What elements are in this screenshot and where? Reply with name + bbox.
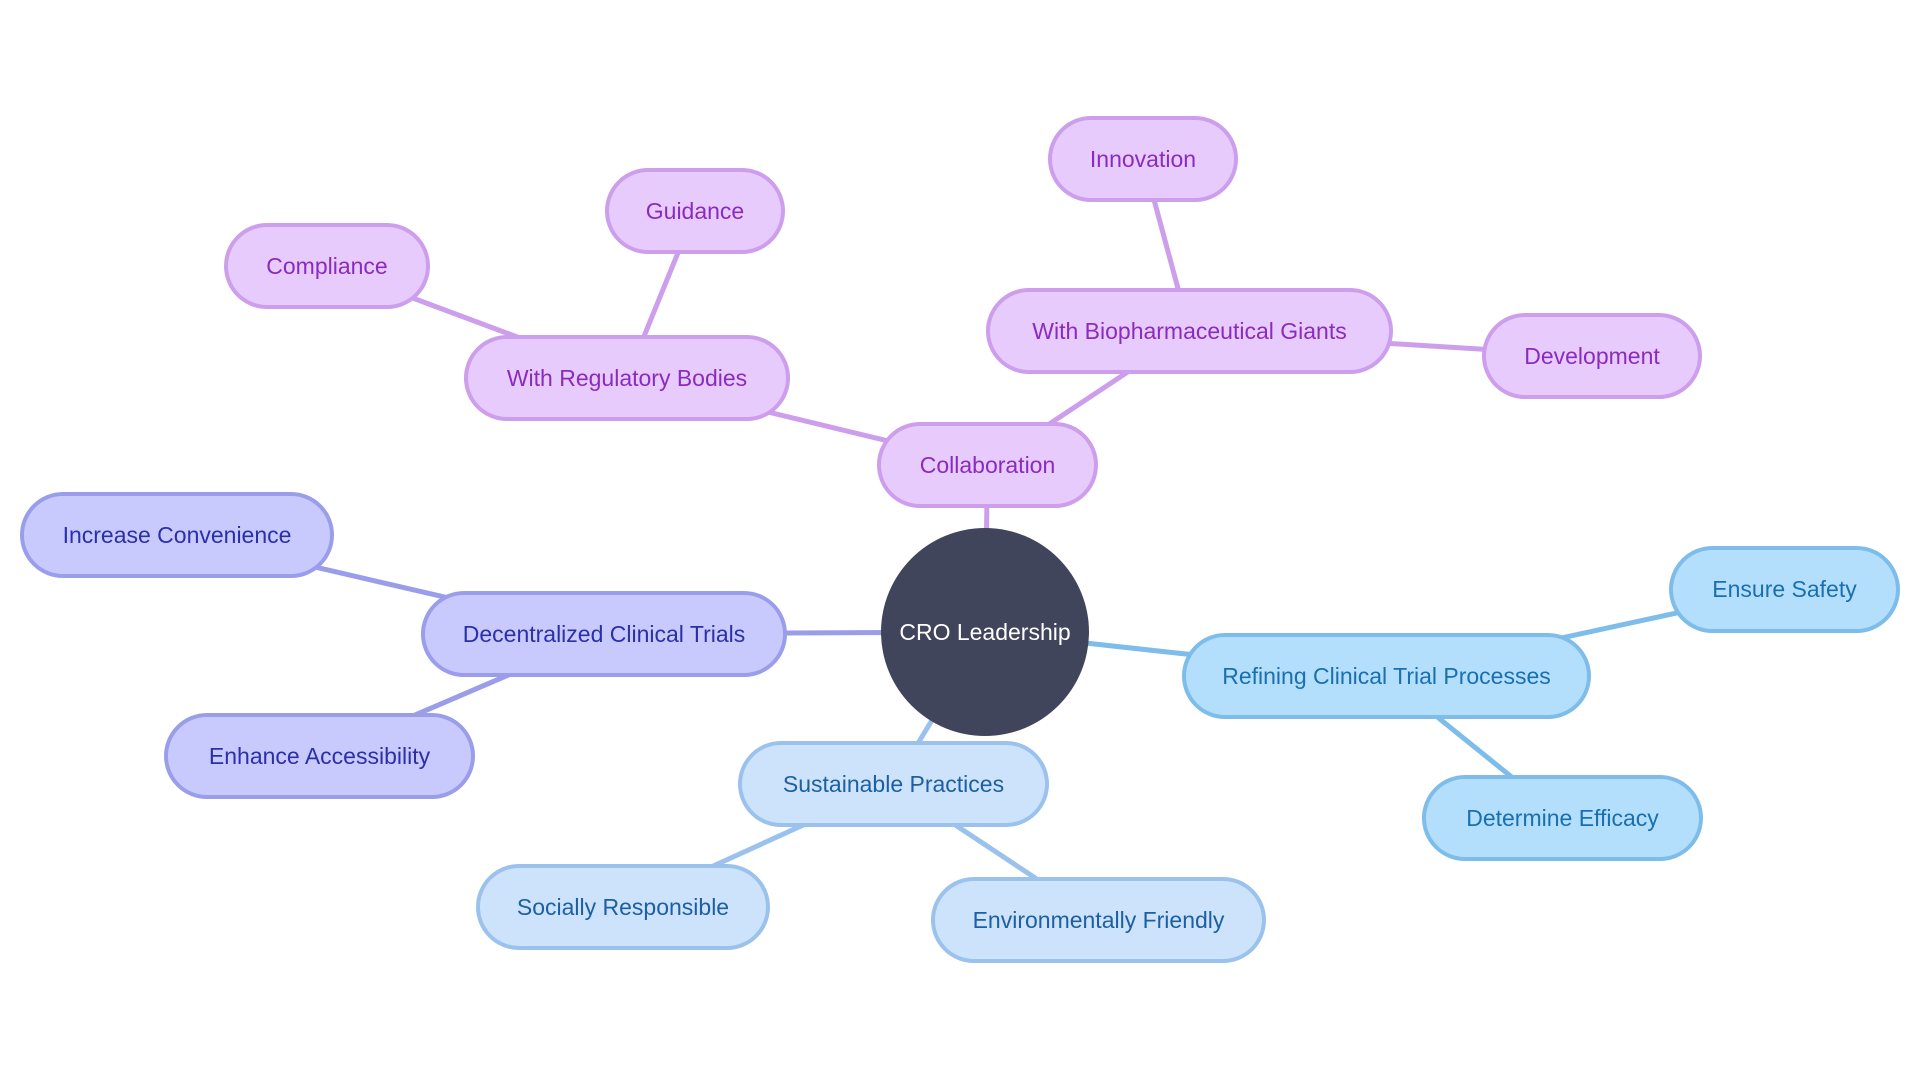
root-node-label: CRO Leadership — [899, 618, 1071, 645]
node-label: Determine Efficacy — [1466, 804, 1659, 831]
node-label: Socially Responsible — [516, 893, 730, 920]
root-node-cro-leadership[interactable]: CRO Leadership — [881, 528, 1089, 736]
node-label: Refining Clinical Trial Processes — [1222, 662, 1551, 689]
node-development[interactable]: Development — [1482, 313, 1702, 399]
node-label: Ensure Safety — [1712, 576, 1857, 602]
node-label: Enhance Accessibility — [208, 742, 431, 769]
node-label: Environmentally Friendly — [972, 906, 1225, 933]
node-refining-clinical-trial-processes[interactable]: Refining Clinical Trial Processes — [1182, 633, 1591, 719]
node-increase-convenience[interactable]: Increase Convenience — [20, 492, 334, 578]
node-determine-efficacy[interactable]: Determine Efficacy — [1422, 775, 1703, 861]
node-label: Guidance — [645, 197, 745, 224]
node-socially-responsible[interactable]: Socially Responsible — [476, 864, 770, 950]
node-label: Decentralized Clinical Trials — [462, 620, 746, 647]
node-innovation[interactable]: Innovation — [1048, 116, 1238, 202]
node-label: Development — [1524, 342, 1660, 369]
node-label: Sustainable Practices — [782, 770, 1005, 797]
node-sustainable-practices[interactable]: Sustainable Practices — [738, 741, 1049, 827]
node-compliance[interactable]: Compliance — [224, 223, 430, 309]
node-label: Compliance — [266, 252, 388, 279]
node-label: Collaboration — [919, 451, 1056, 478]
node-decentralized-clinical-trials[interactable]: Decentralized Clinical Trials — [421, 591, 787, 677]
node-environmentally-friendly[interactable]: Environmentally Friendly — [931, 877, 1266, 963]
node-collaboration[interactable]: Collaboration — [877, 422, 1098, 508]
node-with-regulatory-bodies[interactable]: With Regulatory Bodies — [464, 335, 790, 421]
node-enhance-accessibility[interactable]: Enhance Accessibility — [164, 713, 475, 799]
node-guidance[interactable]: Guidance — [605, 168, 785, 254]
node-label: Increase Convenience — [62, 521, 292, 548]
node-label: With Biopharmaceutical Giants — [1032, 317, 1347, 344]
node-ensure-safety[interactable]: Ensure Safety — [1669, 546, 1900, 633]
node-with-biopharmaceutical-giants[interactable]: With Biopharmaceutical Giants — [986, 288, 1393, 374]
node-label: Innovation — [1089, 145, 1197, 172]
node-label: With Regulatory Bodies — [506, 364, 748, 391]
